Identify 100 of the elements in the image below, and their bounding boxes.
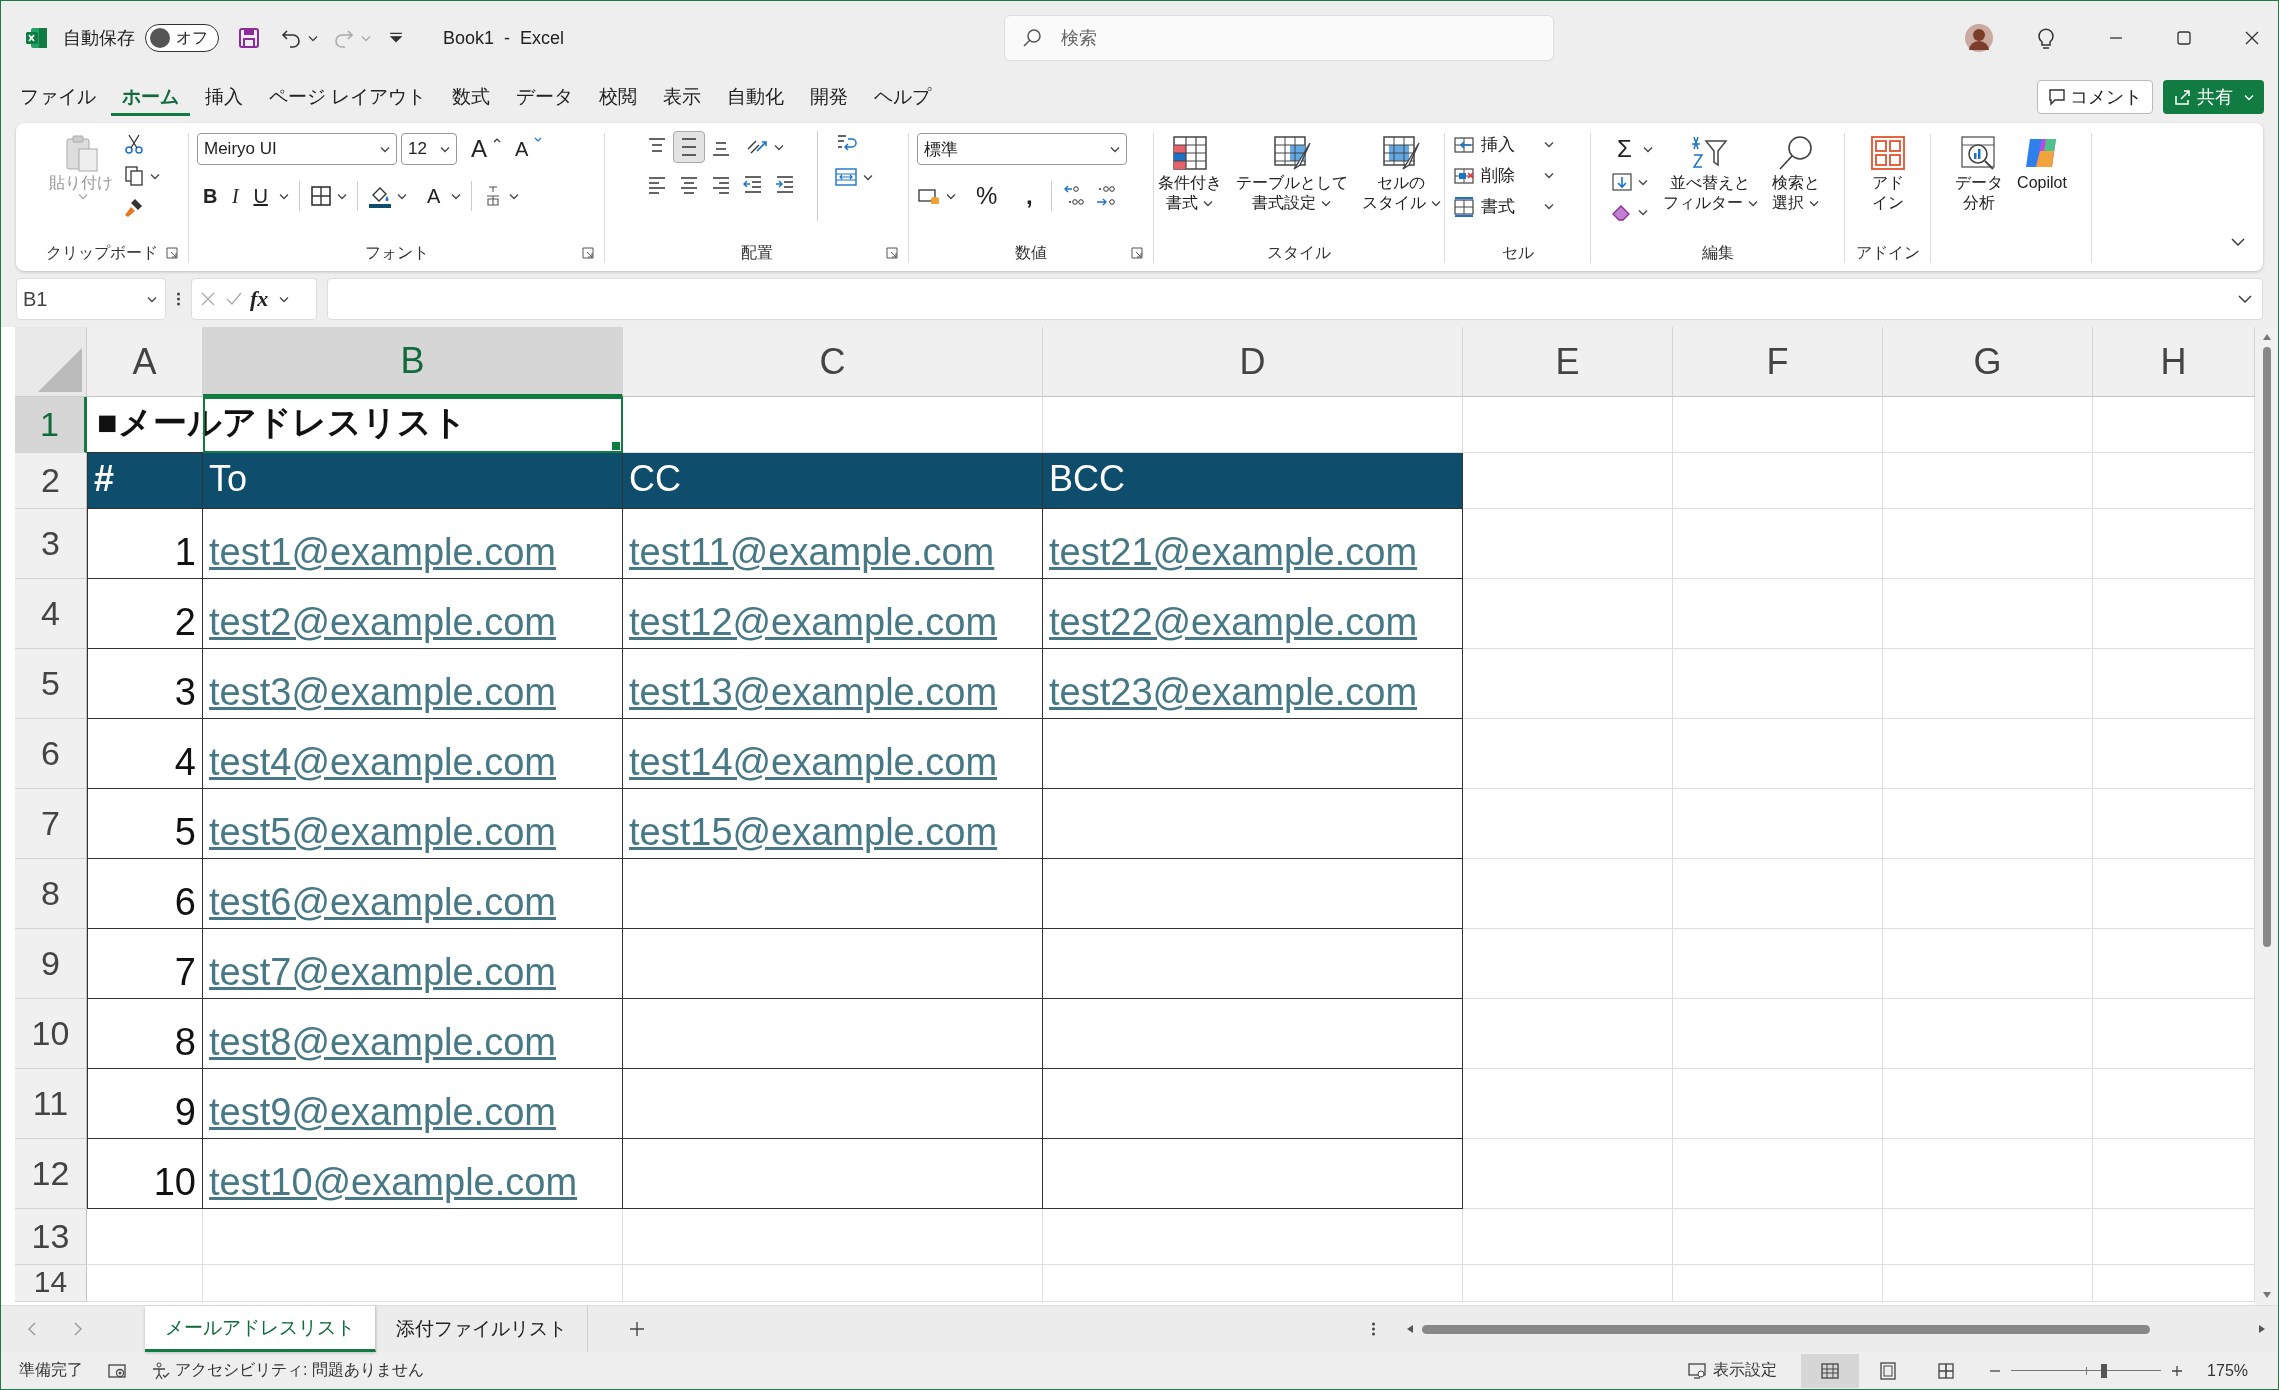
grow-font-button[interactable]: A xyxy=(465,135,493,163)
caret-icon[interactable] xyxy=(1642,145,1653,153)
percent-button[interactable]: % xyxy=(970,182,1004,210)
add-ins-button[interactable]: アド イン xyxy=(1863,131,1912,215)
email-link[interactable]: test23@example.com xyxy=(1049,671,1418,714)
scroll-right-icon[interactable] xyxy=(2258,1324,2266,1334)
share-button[interactable]: 共有 xyxy=(2163,80,2264,114)
caret-icon[interactable] xyxy=(336,192,347,200)
ribbon-tab[interactable]: 数式 xyxy=(441,78,502,116)
empty-cell[interactable] xyxy=(1043,929,1463,999)
scissors-icon[interactable] xyxy=(122,133,145,155)
row-header[interactable]: 14 xyxy=(15,1265,87,1302)
column-header[interactable]: G xyxy=(1883,327,2093,397)
bold-button[interactable]: B xyxy=(197,182,224,210)
copy-icon[interactable] xyxy=(122,165,145,187)
shrink-font-button[interactable]: A xyxy=(509,135,535,163)
caret-icon[interactable] xyxy=(1809,199,1820,207)
dialog-launcher-icon[interactable] xyxy=(1131,247,1143,259)
add-sheet-icon[interactable] xyxy=(628,1320,646,1338)
zoom-in-icon[interactable] xyxy=(2171,1364,2184,1377)
row-header[interactable]: 13 xyxy=(15,1209,87,1265)
email-link[interactable]: test11@example.com xyxy=(629,531,995,574)
caret-icon[interactable] xyxy=(773,143,784,151)
maximize-icon[interactable] xyxy=(2174,28,2194,48)
column-header[interactable]: E xyxy=(1463,327,1673,397)
caret-icon[interactable] xyxy=(279,295,290,303)
increase-decimal-icon[interactable] xyxy=(1062,184,1087,208)
email-link[interactable]: test7@example.com xyxy=(209,951,556,994)
caret-icon[interactable] xyxy=(1638,178,1649,186)
empty-cell[interactable] xyxy=(1043,719,1463,789)
row-header[interactable]: 4 xyxy=(15,579,87,649)
caret-icon[interactable] xyxy=(440,145,450,153)
scroll-down-icon[interactable] xyxy=(2261,1291,2272,1299)
empty-cell[interactable] xyxy=(1043,1069,1463,1139)
increase-indent-icon[interactable] xyxy=(773,173,796,195)
email-link[interactable]: test6@example.com xyxy=(209,881,556,924)
accessibility-icon[interactable] xyxy=(151,1360,171,1381)
caret-icon[interactable] xyxy=(862,173,873,181)
ribbon-tab[interactable]: ホーム xyxy=(111,78,190,116)
caret-icon[interactable] xyxy=(946,192,956,200)
ribbon-tab[interactable]: データ xyxy=(505,78,585,116)
row-header[interactable]: 9 xyxy=(15,929,87,999)
merge-center-icon[interactable] xyxy=(833,165,858,189)
email-link[interactable]: test1@example.com xyxy=(209,531,556,574)
empty-cell[interactable] xyxy=(1043,859,1463,929)
caret-icon[interactable] xyxy=(1321,199,1331,207)
empty-cell[interactable] xyxy=(1043,999,1463,1069)
vertical-scrollbar[interactable] xyxy=(2255,327,2278,1305)
scroll-up-icon[interactable] xyxy=(2261,333,2272,341)
caret-icon[interactable] xyxy=(1747,199,1758,207)
caret-icon[interactable] xyxy=(1544,141,1554,148)
caret-icon[interactable] xyxy=(278,192,289,200)
email-link[interactable]: test5@example.com xyxy=(209,811,556,854)
caret-icon[interactable] xyxy=(1203,199,1213,207)
row-header[interactable]: 5 xyxy=(15,649,87,719)
email-link[interactable]: test4@example.com xyxy=(209,741,556,784)
empty-cell[interactable] xyxy=(623,1069,1043,1139)
more-options-icon[interactable] xyxy=(1371,1321,1376,1337)
ribbon-tab[interactable]: 挿入 xyxy=(194,78,254,116)
accessibility-status[interactable]: アクセシビリティ: 問題ありません xyxy=(175,1360,424,1381)
empty-cell[interactable] xyxy=(623,999,1043,1069)
row-header[interactable]: 3 xyxy=(15,509,87,579)
ribbon-tab[interactable]: 表示 xyxy=(652,78,713,116)
row-header[interactable]: 10 xyxy=(15,999,87,1069)
font-name-dropdown[interactable]: Meiryo UI xyxy=(197,133,397,165)
row-header[interactable]: 11 xyxy=(15,1069,87,1139)
sort-filter-button[interactable]: 並べ替えと フィルター xyxy=(1658,131,1762,215)
caret-icon[interactable] xyxy=(451,192,462,200)
empty-cell[interactable] xyxy=(623,859,1043,929)
format-cells-button[interactable]: 書式 xyxy=(1453,195,1554,218)
email-link[interactable]: test8@example.com xyxy=(209,1021,556,1064)
zoom-level[interactable]: 175% xyxy=(2207,1361,2248,1380)
scrollbar-thumb[interactable] xyxy=(2262,347,2271,947)
row-header[interactable]: 6 xyxy=(15,719,87,789)
email-link[interactable]: test14@example.com xyxy=(629,741,998,784)
zoom-slider-thumb[interactable] xyxy=(2101,1363,2108,1378)
email-link[interactable]: test9@example.com xyxy=(209,1091,556,1134)
autosum-button[interactable]: Σ xyxy=(1611,135,1638,163)
delete-cells-button[interactable]: 削除 xyxy=(1453,164,1554,187)
underline-button[interactable]: U xyxy=(247,182,274,210)
format-as-table-button[interactable]: テーブルとして 書式設定 xyxy=(1231,131,1352,215)
comment-button[interactable]: コメント xyxy=(2037,80,2153,114)
dialog-launcher-icon[interactable] xyxy=(886,247,898,259)
row-header[interactable]: 12 xyxy=(15,1139,87,1209)
dialog-launcher-icon[interactable] xyxy=(166,247,178,259)
ribbon-tab[interactable]: ファイル xyxy=(9,78,107,116)
email-link[interactable]: test21@example.com xyxy=(1049,531,1418,574)
caret-icon[interactable] xyxy=(1430,199,1441,207)
italic-button[interactable]: I xyxy=(223,182,248,210)
row-header[interactable]: 8 xyxy=(15,859,87,929)
font-size-dropdown[interactable]: 12 xyxy=(401,133,457,165)
middle-align-button[interactable] xyxy=(672,131,705,163)
caret-icon[interactable] xyxy=(396,192,407,200)
ribbon-tab[interactable]: ページ レイアウト xyxy=(258,78,438,116)
sheet-tab[interactable]: 添付ファイルリスト xyxy=(376,1306,588,1352)
email-link[interactable]: test2@example.com xyxy=(209,601,556,644)
row-header[interactable]: 7 xyxy=(15,789,87,859)
empty-cell[interactable] xyxy=(623,929,1043,999)
save-icon[interactable] xyxy=(237,26,261,50)
search-field[interactable]: 検索 xyxy=(1004,15,1555,61)
